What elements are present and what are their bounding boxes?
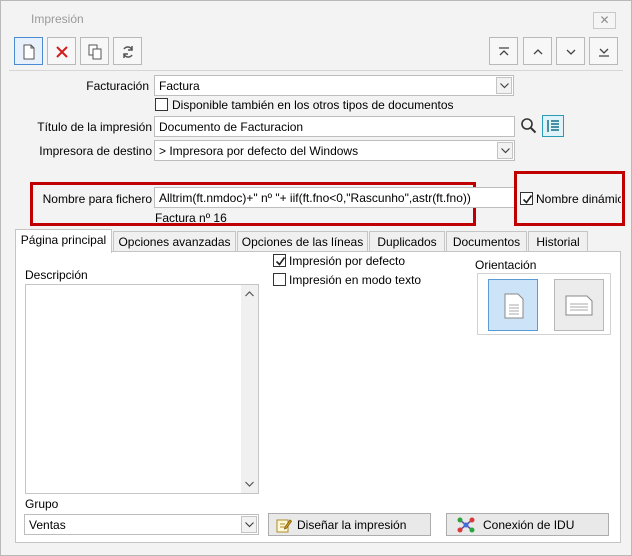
- next-record-button[interactable]: [556, 37, 585, 65]
- close-icon: ✕: [599, 13, 610, 27]
- tab-label: Duplicados: [377, 235, 437, 249]
- tab-label: Página principal: [20, 233, 107, 247]
- nombre-fichero-label: Nombre para fichero: [42, 192, 152, 206]
- nombre-fichero-value: Alltrim(ft.nmdoc)+" nº "+ iif(ft.fno<0,"…: [159, 191, 471, 205]
- impresion-texto-label: Impresión en modo texto: [289, 273, 422, 287]
- orientacion-group: [477, 273, 611, 335]
- disenar-impresion-button[interactable]: Diseñar la impresión: [268, 513, 431, 536]
- search-button[interactable]: [518, 115, 540, 137]
- edit-form-icon: [276, 519, 292, 533]
- checkmark-icon: [275, 257, 286, 266]
- descripcion-scrollbar[interactable]: [241, 285, 258, 493]
- chevron-down-icon: [500, 83, 509, 89]
- delete-icon: [56, 46, 68, 58]
- titulo-input[interactable]: Documento de Facturacion: [154, 116, 515, 137]
- disponible-label: Disponible también en los otros tipos de…: [172, 98, 454, 112]
- disponible-checkbox[interactable]: [155, 98, 168, 111]
- tab-documentos[interactable]: Documentos: [446, 231, 527, 252]
- print-dialog: Impresión ✕ Facturación Factura Disponib…: [0, 0, 632, 556]
- tab-label: Opciones avanzadas: [118, 235, 231, 249]
- impresion-texto-checkbox[interactable]: [273, 273, 286, 286]
- new-button[interactable]: [14, 37, 43, 65]
- tab-opciones-lineas[interactable]: Opciones de las líneas: [237, 231, 368, 252]
- tab-historial[interactable]: Historial: [528, 231, 588, 252]
- scroll-down-icon: [245, 481, 254, 487]
- last-record-button[interactable]: [589, 37, 618, 65]
- next-record-icon: [566, 49, 576, 55]
- facturacion-label: Facturación: [86, 79, 149, 93]
- tab-label: Documentos: [452, 235, 521, 249]
- refresh-icon: [123, 46, 133, 58]
- scroll-up-icon: [245, 291, 254, 297]
- nombre-dinamico-label: Nombre dinámico: [536, 192, 621, 206]
- delete-button[interactable]: [47, 37, 76, 65]
- titulo-label: Título de la impresión: [37, 120, 152, 134]
- impresion-defecto-checkbox[interactable]: [273, 254, 286, 267]
- previous-record-button[interactable]: [523, 37, 552, 65]
- portrait-page-icon: [504, 293, 524, 319]
- list-icon: [547, 120, 559, 132]
- landscape-button[interactable]: [554, 279, 604, 331]
- refresh-button[interactable]: [113, 37, 142, 65]
- search-icon: [521, 118, 537, 134]
- nombre-dinamico-label-clip: Nombre dinámico: [536, 192, 621, 208]
- copy-button[interactable]: [80, 37, 109, 65]
- tab-label: Opciones de las líneas: [241, 235, 364, 249]
- orientacion-label: Orientación: [475, 258, 537, 272]
- nombre-fichero-preview: Factura nº 16: [155, 211, 227, 225]
- tab-duplicados[interactable]: Duplicados: [369, 231, 445, 252]
- list-button[interactable]: [542, 115, 564, 137]
- conexion-idu-label: Conexión de IDU: [483, 518, 575, 532]
- titulo-value: Documento de Facturacion: [159, 120, 304, 134]
- nombre-dinamico-checkbox[interactable]: [520, 192, 533, 205]
- title-bar: Impresión ✕: [1, 1, 631, 33]
- close-button[interactable]: ✕: [593, 12, 616, 29]
- disenar-impresion-label: Diseñar la impresión: [297, 518, 407, 532]
- window-title: Impresión: [31, 12, 84, 26]
- grupo-label: Grupo: [25, 497, 59, 511]
- impresora-select[interactable]: > Impresora por defecto del Windows: [154, 140, 515, 161]
- chevron-down-icon: [245, 522, 254, 528]
- nombre-fichero-input[interactable]: Alltrim(ft.nmdoc)+" nº "+ iif(ft.fno<0,"…: [154, 187, 515, 208]
- landscape-page-icon: [565, 295, 593, 316]
- checkmark-icon: [522, 195, 533, 204]
- tab-label: Historial: [536, 235, 580, 249]
- facturacion-value: Factura: [159, 79, 200, 93]
- tab-pagina-principal[interactable]: Página principal: [15, 229, 112, 253]
- first-record-icon: [499, 47, 509, 56]
- tab-opciones-avanzadas[interactable]: Opciones avanzadas: [113, 231, 236, 252]
- impresion-defecto-label: Impresión por defecto: [289, 254, 406, 268]
- grupo-value: Ventas: [29, 518, 66, 532]
- toolbar-separator: [9, 70, 623, 71]
- impresora-value: > Impresora por defecto del Windows: [159, 144, 359, 158]
- new-document-icon: [23, 44, 35, 60]
- conexion-idu-button[interactable]: Conexión de IDU: [446, 513, 609, 536]
- last-record-icon: [599, 48, 609, 57]
- chevron-down-icon: [501, 148, 510, 154]
- impresora-label: Impresora de destino: [39, 144, 152, 158]
- previous-record-icon: [533, 49, 543, 55]
- grupo-dropdown-button[interactable]: [241, 516, 257, 533]
- copy-icon: [88, 44, 102, 60]
- portrait-button[interactable]: [488, 279, 538, 331]
- facturacion-dropdown-button[interactable]: [496, 77, 512, 94]
- connection-icon: [457, 517, 475, 533]
- descripcion-textarea[interactable]: [25, 284, 259, 494]
- first-record-button[interactable]: [489, 37, 518, 65]
- impresora-dropdown-button[interactable]: [497, 142, 513, 159]
- facturacion-select[interactable]: Factura: [154, 75, 514, 96]
- descripcion-label: Descripción: [25, 268, 88, 282]
- grupo-select[interactable]: Ventas: [24, 514, 259, 535]
